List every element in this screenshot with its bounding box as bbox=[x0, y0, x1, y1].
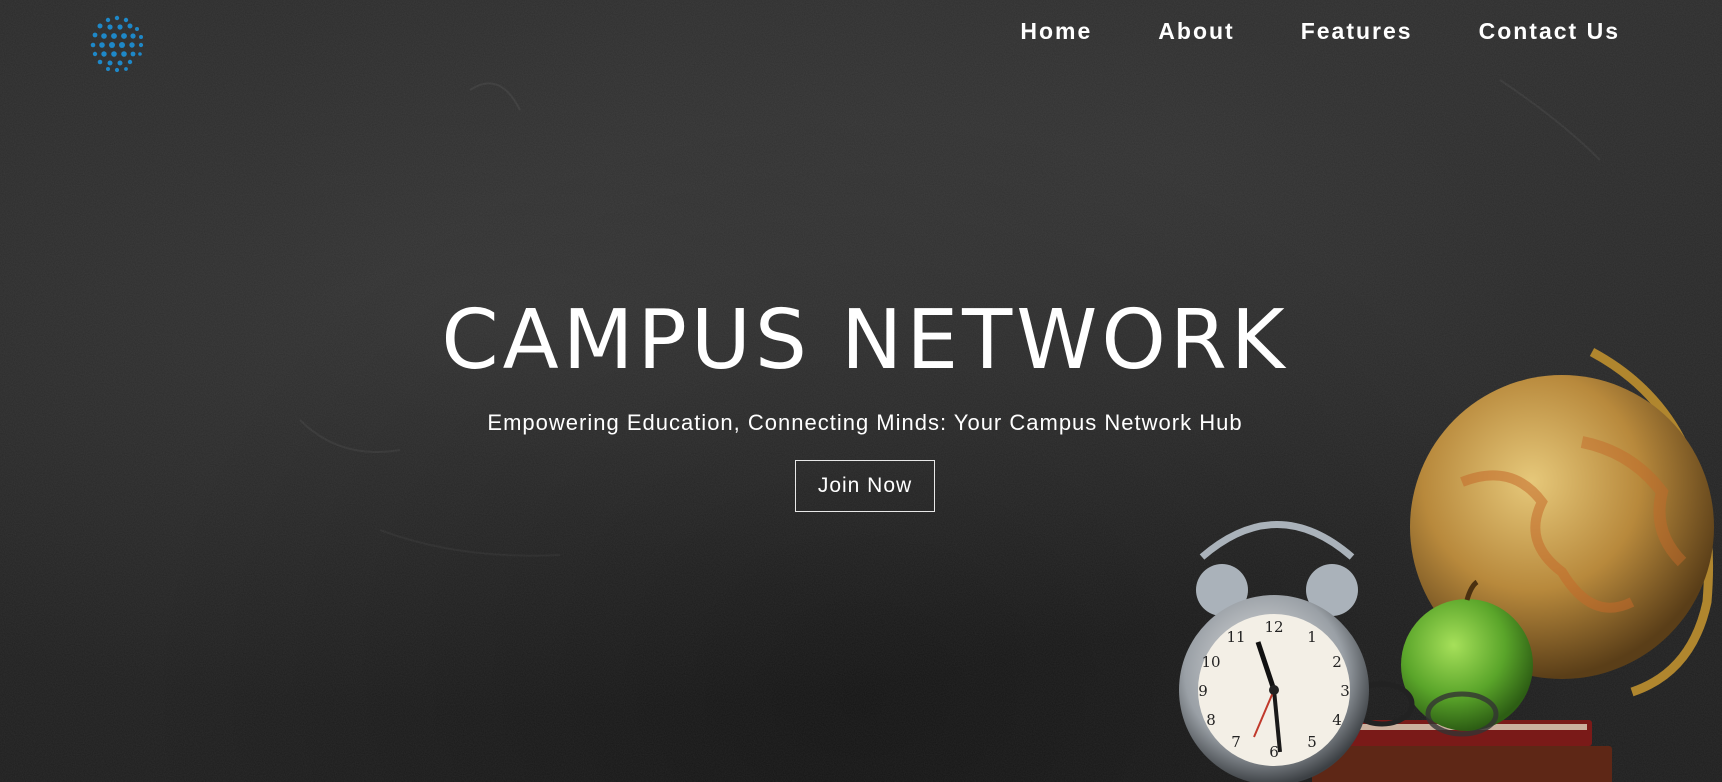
svg-text:11: 11 bbox=[1226, 628, 1245, 646]
hero-page: Home About Features Contact Us CAMPUS NE… bbox=[0, 0, 1722, 782]
svg-text:1: 1 bbox=[1307, 628, 1317, 646]
desk-props-illustration: 12 12 3 45 6 78 9 10 11 bbox=[1179, 348, 1714, 782]
nav-features-link[interactable]: Features bbox=[1301, 18, 1413, 45]
svg-text:10: 10 bbox=[1201, 653, 1220, 671]
svg-text:9: 9 bbox=[1198, 682, 1208, 700]
nav-home-link[interactable]: Home bbox=[1020, 18, 1092, 45]
svg-text:2: 2 bbox=[1332, 653, 1342, 671]
svg-text:6: 6 bbox=[1269, 743, 1279, 761]
svg-text:4: 4 bbox=[1332, 711, 1342, 729]
nav-contact-link[interactable]: Contact Us bbox=[1479, 18, 1620, 45]
globe-dots-icon[interactable] bbox=[86, 12, 148, 74]
nav-about-link[interactable]: About bbox=[1158, 18, 1234, 45]
svg-text:5: 5 bbox=[1307, 733, 1317, 751]
svg-text:12: 12 bbox=[1264, 618, 1283, 636]
svg-text:3: 3 bbox=[1340, 682, 1350, 700]
svg-text:7: 7 bbox=[1231, 733, 1241, 751]
main-nav: Home About Features Contact Us bbox=[1020, 18, 1620, 45]
join-now-button[interactable]: Join Now bbox=[794, 460, 936, 512]
svg-text:8: 8 bbox=[1206, 711, 1216, 729]
